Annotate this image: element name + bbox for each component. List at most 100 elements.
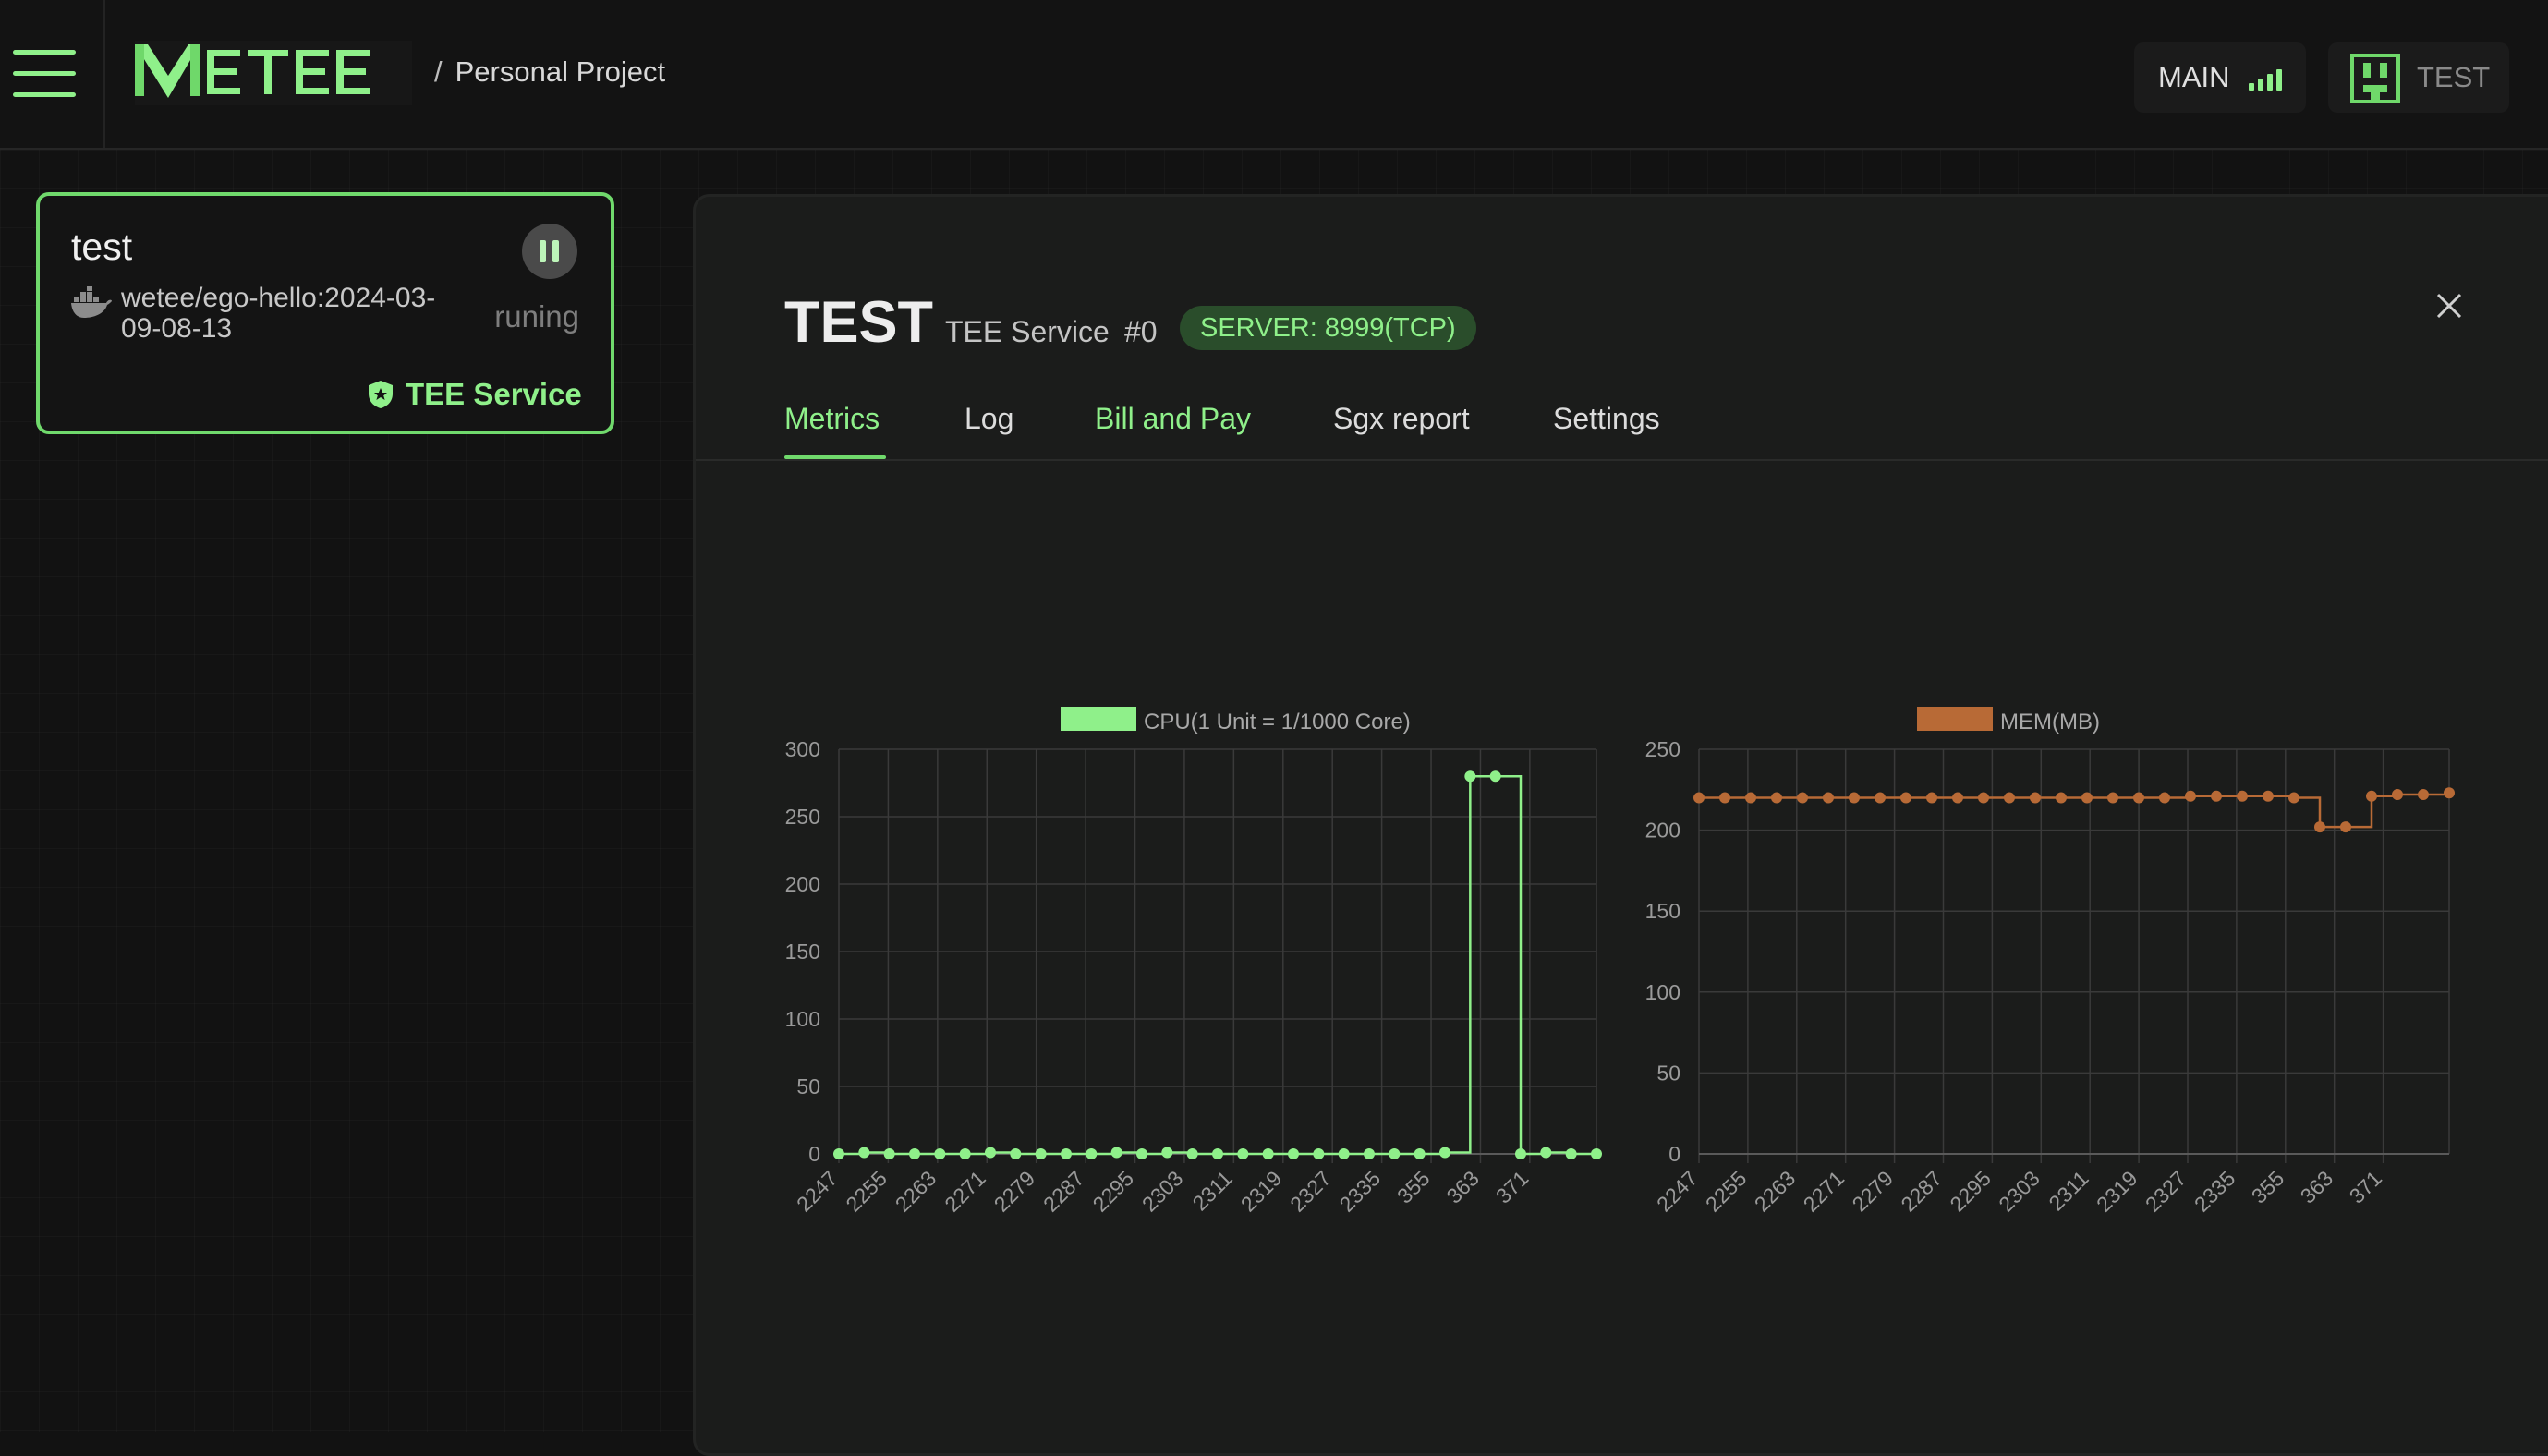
data-point xyxy=(985,1147,996,1159)
data-point xyxy=(1540,1147,1552,1159)
pause-button[interactable] xyxy=(522,224,577,279)
x-tick-label: 2279 xyxy=(989,1166,1040,1217)
x-tick-label: 2319 xyxy=(1236,1166,1287,1217)
data-point xyxy=(1237,1148,1249,1159)
y-tick-label: 0 xyxy=(808,1142,820,1166)
x-tick-label: 2295 xyxy=(1087,1166,1138,1217)
data-point xyxy=(1900,792,1911,804)
tab-metrics[interactable]: Metrics xyxy=(784,402,880,436)
y-tick-label: 50 xyxy=(796,1074,820,1098)
x-tick-label: 2287 xyxy=(1038,1166,1089,1217)
data-point xyxy=(1364,1148,1375,1159)
x-tick-label: 2327 xyxy=(2141,1166,2191,1217)
docker-icon xyxy=(71,286,112,318)
data-point xyxy=(2418,789,2429,801)
data-point xyxy=(1565,1148,1577,1159)
y-tick-label: 150 xyxy=(785,940,820,964)
x-tick-label: 2311 xyxy=(1188,1166,1237,1215)
data-point xyxy=(959,1148,971,1159)
tab-settings[interactable]: Settings xyxy=(1553,402,1660,436)
data-point xyxy=(883,1148,895,1159)
x-tick-label: 2255 xyxy=(1701,1166,1752,1217)
tab-log[interactable]: Log xyxy=(965,402,1013,436)
data-point xyxy=(1875,792,1886,804)
panel-title: TEST xyxy=(784,290,934,355)
y-tick-label: 300 xyxy=(785,737,820,761)
account-button[interactable]: TEST xyxy=(2328,42,2509,113)
project-name-link[interactable]: Personal Project xyxy=(455,55,665,88)
tab-sgx-report[interactable]: Sgx report xyxy=(1333,402,1470,436)
tabs-divider xyxy=(696,459,2548,461)
cpu-chart-svg: CPU(1 Unit = 1/1000 Core) 0 50 100 150 200 250… xyxy=(785,707,1602,1217)
data-point xyxy=(1591,1148,1602,1159)
data-point xyxy=(1186,1148,1198,1159)
data-point xyxy=(1262,1148,1274,1159)
legend-swatch xyxy=(1917,707,1993,731)
data-point xyxy=(2107,792,2118,804)
data-point xyxy=(1515,1148,1526,1159)
x-tick-label: 2335 xyxy=(1335,1166,1386,1217)
status-text: runing xyxy=(494,299,579,334)
data-point xyxy=(1849,792,1860,804)
y-tick-label: 200 xyxy=(785,872,820,896)
data-point xyxy=(1288,1148,1299,1159)
server-port-badge: SERVER: 8999(TCP) xyxy=(1180,306,1476,350)
service-detail-panel: TEST TEE Service #0 SERVER: 8999(TCP) Me… xyxy=(693,194,2548,1456)
data-point xyxy=(1823,792,1834,804)
top-bar: / Personal Project MAIN TEST xyxy=(0,0,2548,150)
network-label: MAIN xyxy=(2158,61,2230,93)
network-selector-button[interactable]: MAIN xyxy=(2134,42,2306,113)
x-tick-label: 2247 xyxy=(1652,1166,1703,1217)
service-card[interactable]: test wetee/ego-hello:2024-03-09-08-13 ru… xyxy=(36,192,614,434)
avatar-icon xyxy=(2350,54,2400,103)
data-point xyxy=(2030,792,2041,804)
x-tick-label: 355 xyxy=(1392,1166,1435,1208)
mem-chart-svg: MEM(MB)050100150200250224722552263227122… xyxy=(1645,707,2455,1217)
data-point xyxy=(833,1148,844,1159)
data-point xyxy=(1389,1148,1401,1159)
data-point xyxy=(1010,1148,1022,1159)
data-point xyxy=(2133,792,2144,804)
data-point xyxy=(1086,1148,1098,1159)
data-point xyxy=(1797,792,1808,804)
data-point xyxy=(1745,792,1756,804)
data-point xyxy=(1110,1147,1122,1159)
data-point xyxy=(934,1148,946,1159)
data-point xyxy=(2366,790,2377,802)
account-label: TEST xyxy=(2417,61,2491,93)
x-tick-label: 2279 xyxy=(1848,1166,1899,1217)
x-tick-label: 2271 xyxy=(940,1166,990,1217)
chart-legend: MEM(MB) xyxy=(1917,707,2100,734)
data-point xyxy=(1952,792,1963,804)
data-point xyxy=(1212,1148,1223,1159)
data-point xyxy=(2081,792,2093,804)
close-icon[interactable] xyxy=(2433,289,2466,322)
data-point xyxy=(2288,792,2299,804)
data-point xyxy=(2211,790,2222,802)
signal-icon xyxy=(2249,65,2287,91)
x-tick-label: 371 xyxy=(1491,1166,1534,1208)
data-point xyxy=(1719,792,1730,804)
data-point xyxy=(1489,770,1501,783)
x-tick-label: 2319 xyxy=(2092,1166,2142,1217)
x-tick-label: 363 xyxy=(1441,1166,1484,1208)
tab-bill-and-pay[interactable]: Bill and Pay xyxy=(1095,402,1251,436)
x-tick-label: 2271 xyxy=(1799,1166,1850,1217)
x-tick-label: 2311 xyxy=(2044,1166,2093,1215)
data-point xyxy=(2340,821,2351,833)
data-point xyxy=(1161,1147,1173,1159)
menu-icon[interactable] xyxy=(13,50,78,98)
data-point xyxy=(1771,792,1782,804)
breadcrumb-separator: / xyxy=(434,55,443,88)
data-point xyxy=(1136,1148,1147,1159)
wetee-logo[interactable] xyxy=(135,41,412,105)
data-point xyxy=(2263,790,2274,802)
y-tick-label: 250 xyxy=(785,805,820,829)
y-tick-label: 200 xyxy=(1645,819,1680,843)
x-tick-label: 2327 xyxy=(1285,1166,1336,1217)
data-point xyxy=(909,1148,920,1159)
legend-label: CPU(1 Unit = 1/1000 Core) xyxy=(1144,710,1411,734)
cpu-chart: CPU(1 Unit = 1/1000 Core) 0 50 100 150 200 250… xyxy=(751,502,1620,1245)
x-tick-label: 363 xyxy=(2296,1166,2338,1208)
y-tick-label: 50 xyxy=(1656,1061,1680,1085)
